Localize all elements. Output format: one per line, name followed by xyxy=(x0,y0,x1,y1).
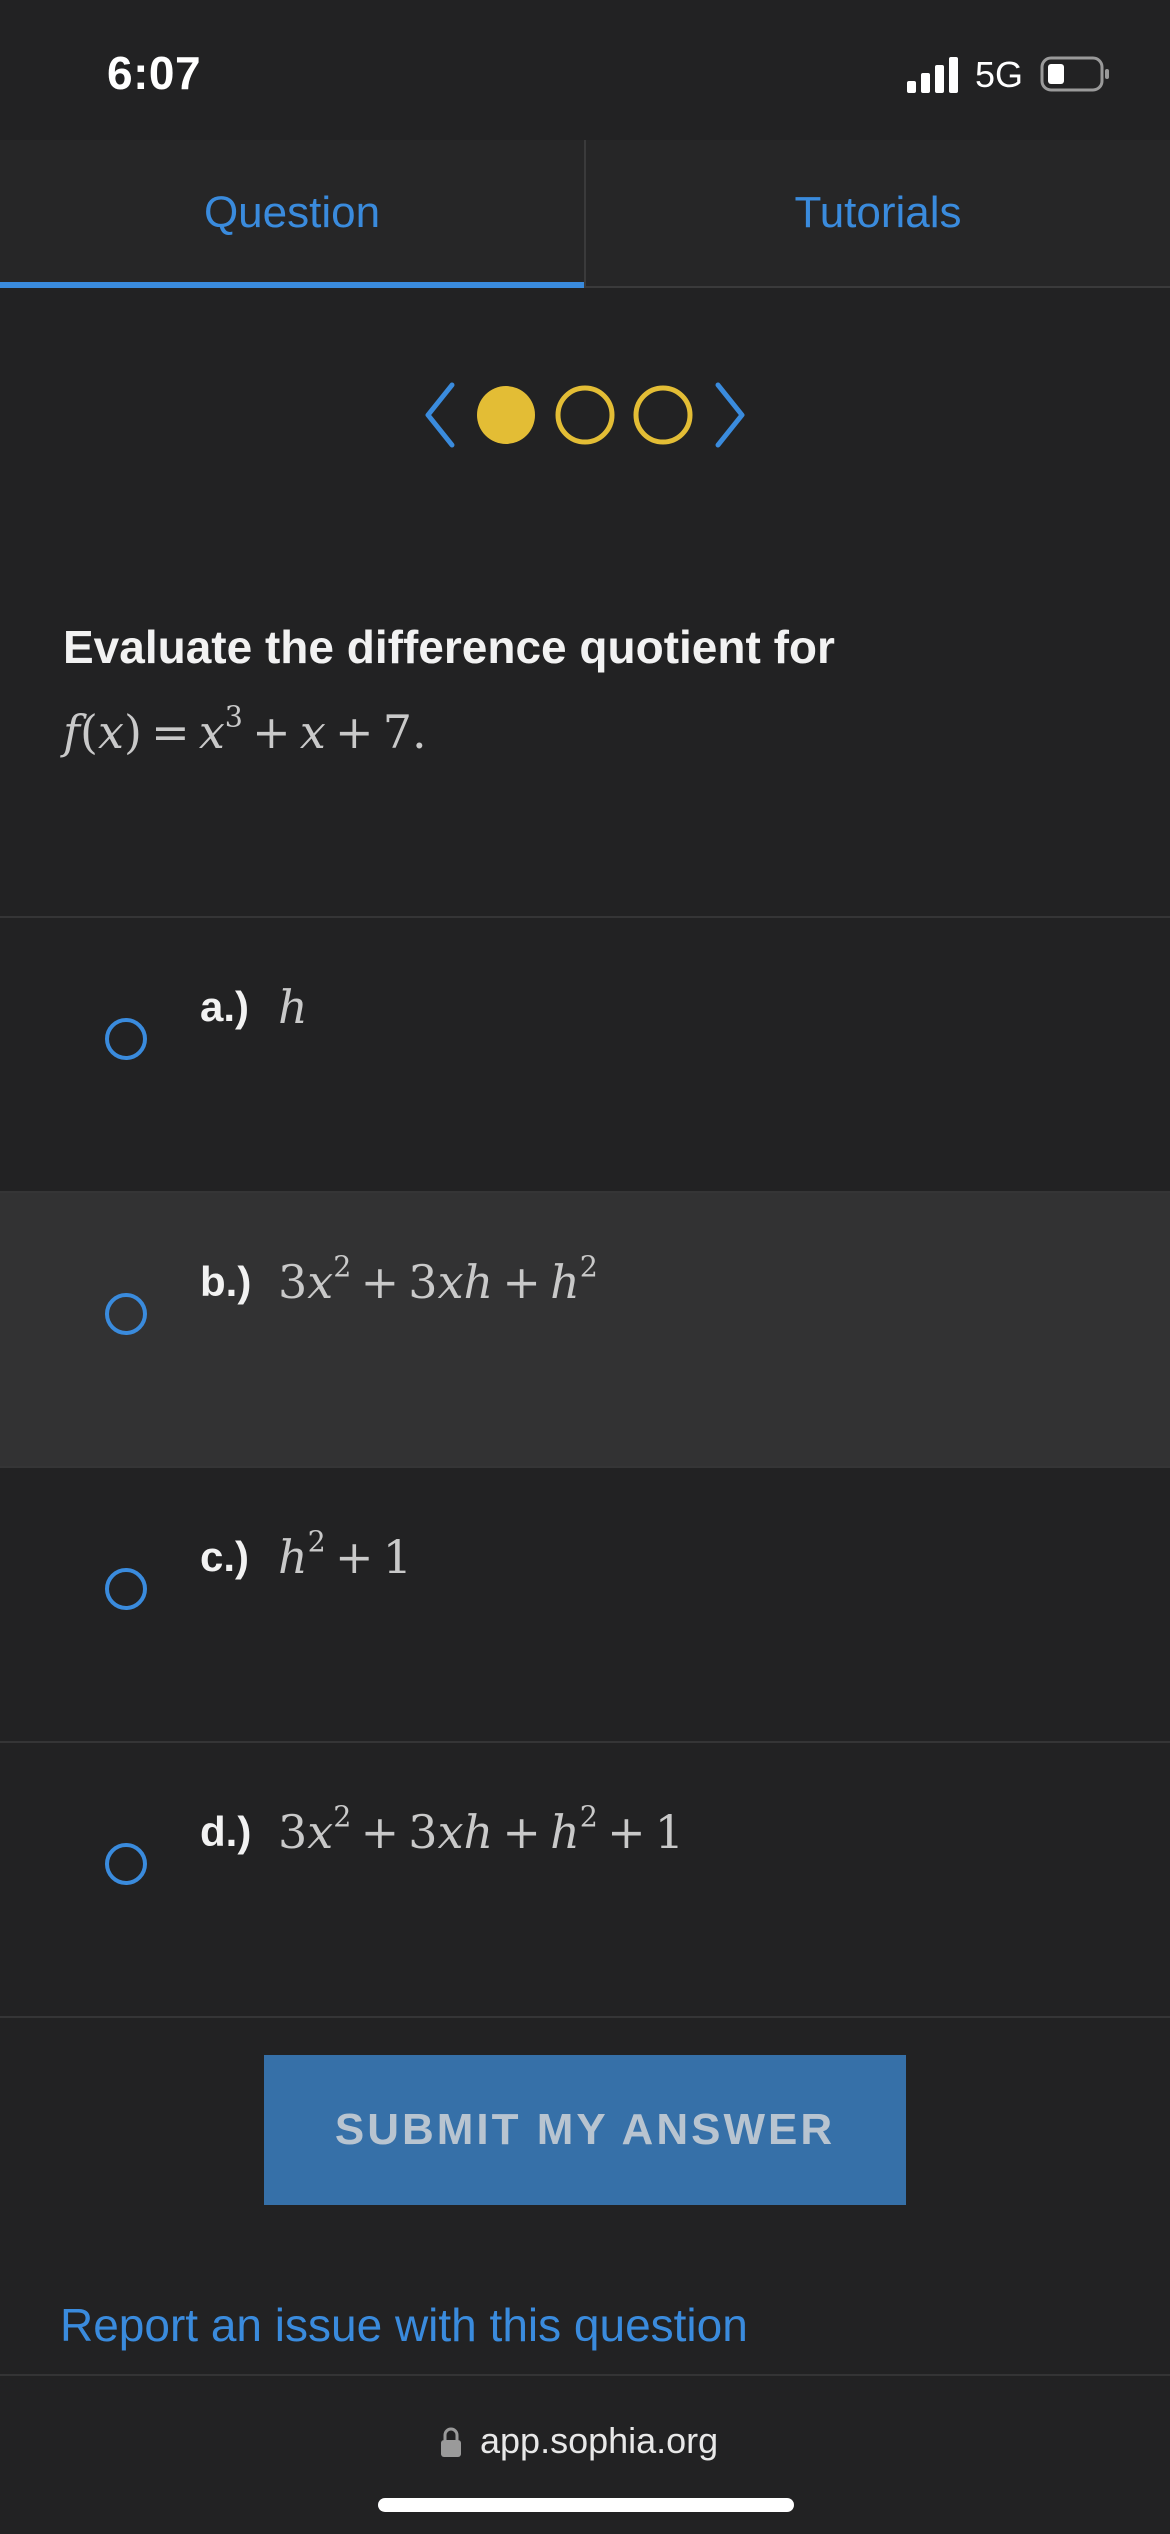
pager-dot[interactable] xyxy=(555,385,615,445)
question-prompt: Evaluate the difference quotient for xyxy=(63,621,835,673)
question-pager xyxy=(425,382,745,448)
answer-option-b[interactable]: b.) 3x2 + 3xh + h2 xyxy=(0,1191,1170,1466)
submit-answer-button[interactable]: SUBMIT MY ANSWER xyxy=(264,2055,906,2205)
status-time: 6:07 xyxy=(107,47,202,99)
pager-dot-current[interactable] xyxy=(477,386,535,444)
answer-option-d[interactable]: d.) 3x2 + 3xh + h2 + 1 xyxy=(0,1741,1170,2018)
question-formula: f(x) = x3 + x + 7. xyxy=(63,700,427,759)
network-type: 5G xyxy=(975,54,1024,95)
radio-button[interactable] xyxy=(105,1293,147,1335)
radio-button[interactable] xyxy=(105,1568,147,1610)
url-text: app.sophia.org xyxy=(480,2420,719,2461)
browser-url-bar[interactable]: app.sophia.org xyxy=(0,2374,1170,2534)
status-bar: 6:07 5G xyxy=(0,0,1170,140)
tab-tutorials[interactable]: Tutorials xyxy=(584,140,1170,286)
lock-icon xyxy=(441,2427,461,2457)
answer-option-c[interactable]: c.) h2 + 1 xyxy=(0,1466,1170,1741)
cellular-signal-icon xyxy=(907,57,958,93)
radio-button[interactable] xyxy=(105,1018,147,1060)
pager-dot[interactable] xyxy=(633,385,693,445)
previous-question-icon[interactable] xyxy=(425,382,455,448)
battery-icon xyxy=(1040,56,1109,92)
radio-button[interactable] xyxy=(105,1843,147,1885)
next-question-icon[interactable] xyxy=(715,382,745,448)
report-issue-link[interactable]: Report an issue with this question xyxy=(60,2298,748,2352)
tab-bar: Question Tutorials xyxy=(0,140,1170,288)
answer-expression: 3x2 + 3xh + h2 xyxy=(278,1250,598,1309)
tab-question[interactable]: Question xyxy=(0,140,584,288)
answer-option-a[interactable]: a.) h xyxy=(0,916,1170,1191)
answer-letter: d.) xyxy=(200,1808,252,1855)
answer-letter: b.) xyxy=(200,1258,252,1305)
answer-letter: c.) xyxy=(200,1533,250,1580)
answer-letter: a.) xyxy=(200,983,250,1030)
answer-expression: 3x2 + 3xh + h2 + 1 xyxy=(278,1800,685,1859)
answer-list: a.) h b.) 3x2 + 3xh + h2 c.) h2 + 1 d.) … xyxy=(0,916,1170,2018)
home-indicator xyxy=(378,2498,794,2512)
answer-expression: h xyxy=(278,980,308,1034)
answer-expression: h2 + 1 xyxy=(278,1525,412,1584)
